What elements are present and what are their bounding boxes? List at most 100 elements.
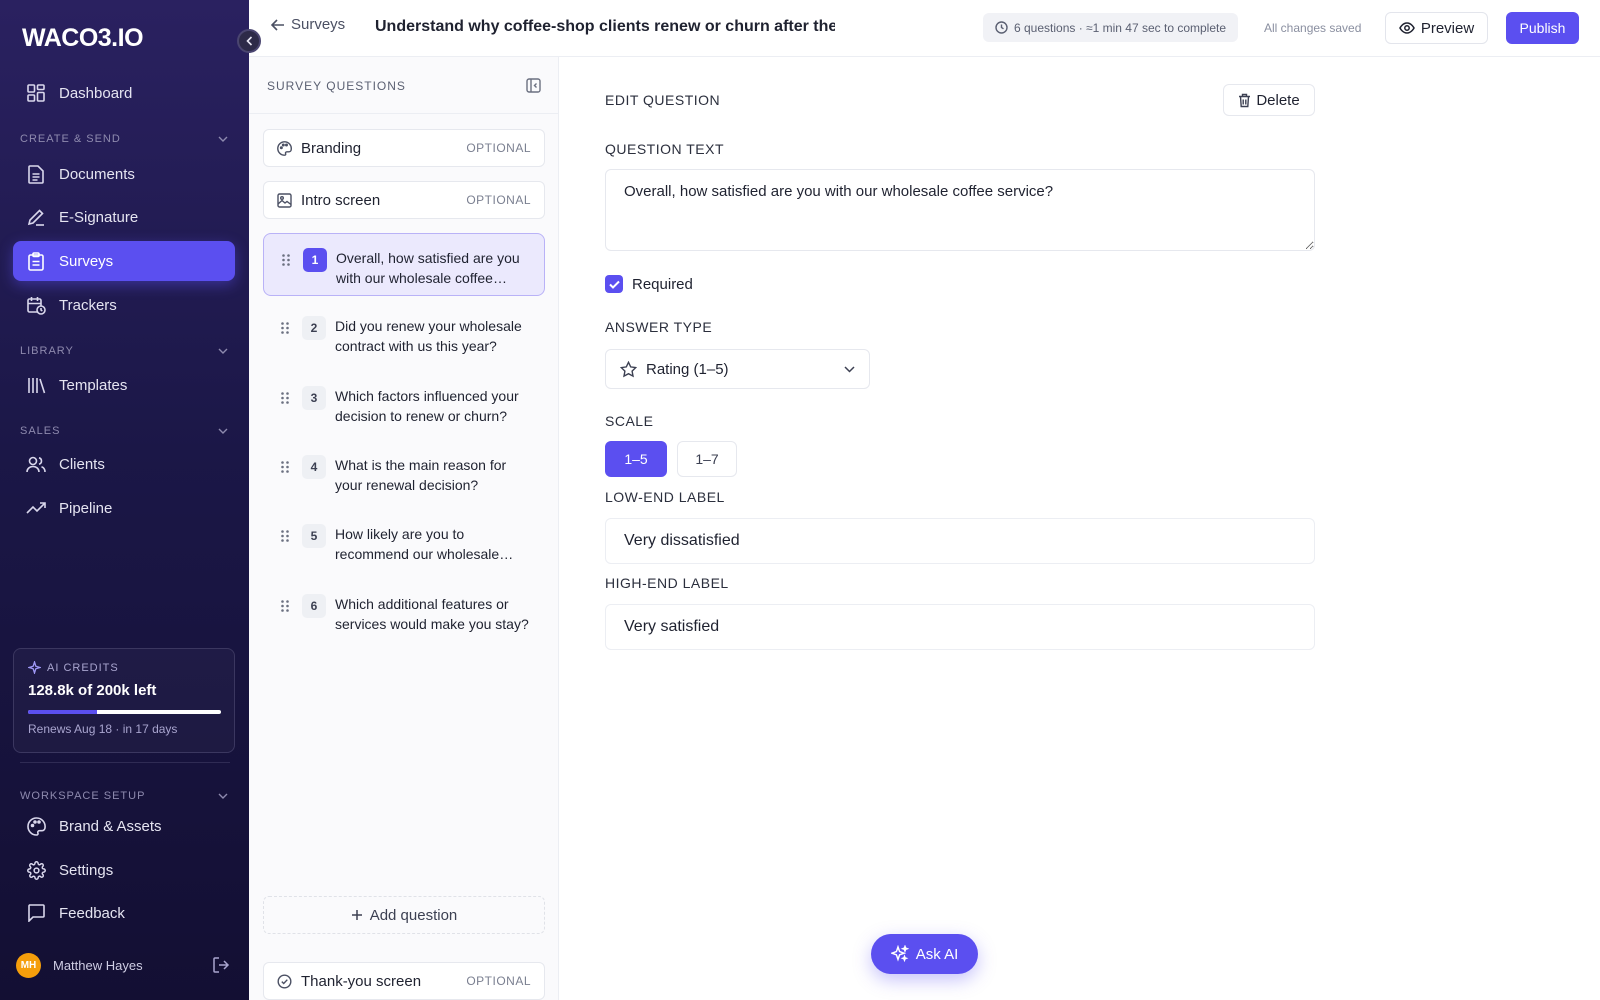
panel-divider [249, 113, 559, 114]
sidebar-item-label: Brand & Assets [59, 817, 162, 835]
branding-label: Branding [301, 139, 362, 157]
thank-you-screen-card[interactable]: Thank-you screen OPTIONAL [263, 962, 545, 1000]
branding-card[interactable]: Branding OPTIONAL [263, 129, 545, 167]
back-label: Surveys [291, 16, 346, 33]
sidebar-item-label: Templates [59, 376, 128, 394]
question-item-2[interactable]: 2 Did you renew your wholesale contract … [263, 302, 545, 365]
survey-meta-badge: 6 questions · ≈1 min 47 sec to complete [983, 13, 1239, 42]
trash-icon [1238, 93, 1251, 108]
edit-question-title: EDIT QUESTION [605, 92, 721, 108]
question-preview-text: Which factors influenced your decision t… [335, 388, 519, 424]
answer-type-label: ANSWER TYPE [605, 319, 713, 335]
ask-ai-label: Ask AI [915, 945, 959, 963]
low-end-label-input[interactable] [605, 518, 1315, 564]
sidebar-item-label: Dashboard [59, 84, 133, 102]
sidebar-item-clients[interactable]: Clients [13, 444, 235, 484]
panel-collapse-icon[interactable] [526, 78, 541, 93]
sidebar-divider [20, 762, 230, 763]
star-icon [620, 360, 637, 378]
top-header: Surveys Understand why coffee-shop clien… [249, 0, 1600, 57]
sidebar-item-label: Trackers [59, 296, 117, 314]
sidebar-item-trackers[interactable]: Trackers [13, 285, 235, 325]
answer-type-select[interactable]: Rating (1–5) [605, 349, 870, 389]
drag-handle-icon[interactable] [281, 600, 289, 612]
ai-credits-progress-fill [28, 710, 97, 714]
required-checkbox[interactable]: Required [605, 275, 693, 293]
sidebar-item-label: Settings [59, 861, 114, 879]
palette-icon [277, 140, 292, 156]
low-end-label-title: LOW-END LABEL [605, 489, 725, 505]
calendar-clock-icon [26, 295, 46, 315]
add-question-button[interactable]: Add question [263, 896, 545, 934]
scale-label: SCALE [605, 413, 654, 429]
ai-credits-renews: Renews Aug 18 · in 17 days [28, 722, 178, 736]
back-to-surveys-link[interactable]: Surveys [271, 16, 345, 33]
question-number: 2 [302, 316, 326, 340]
chevron-down-icon [218, 793, 228, 799]
clock-icon [995, 21, 1008, 34]
library-icon [26, 375, 46, 395]
drag-handle-icon[interactable] [281, 392, 289, 404]
section-label: WORKSPACE SETUP [20, 790, 146, 802]
sidebar-item-label: Documents [59, 165, 135, 183]
ai-credits-card[interactable]: AI CREDITS 128.8k of 200k left Renews Au… [13, 648, 235, 753]
sidebar-collapse-button[interactable] [237, 29, 261, 53]
question-number: 1 [303, 248, 327, 272]
survey-meta-text: 6 questions · ≈1 min 47 sec to complete [1014, 20, 1227, 35]
intro-screen-card[interactable]: Intro screen OPTIONAL [263, 181, 545, 219]
optional-badge: OPTIONAL [466, 141, 531, 155]
checkbox-checked-icon[interactable] [605, 275, 623, 293]
logout-icon[interactable] [213, 957, 230, 973]
question-preview-text: Which additional features or services wo… [335, 596, 529, 632]
question-text-input[interactable] [605, 169, 1315, 251]
sidebar-item-settings[interactable]: Settings [13, 850, 235, 890]
chevron-down-icon [844, 365, 855, 373]
drag-handle-icon[interactable] [281, 322, 289, 334]
question-item-5[interactable]: 5 How likely are you to recommend our wh… [263, 510, 545, 573]
eye-icon [1398, 22, 1415, 34]
scale-option-1-5[interactable]: 1–5 [605, 441, 667, 477]
sidebar-item-dashboard[interactable]: Dashboard [13, 73, 235, 113]
sidebar-item-esignature[interactable]: E-Signature [13, 197, 235, 237]
sidebar-item-templates[interactable]: Templates [13, 365, 235, 405]
user-profile[interactable]: MH Matthew Hayes [16, 952, 230, 978]
sidebar-item-feedback[interactable]: Feedback [13, 893, 235, 933]
drag-handle-icon[interactable] [282, 254, 290, 266]
scale-option-1-7[interactable]: 1–7 [677, 441, 737, 477]
question-number: 6 [302, 594, 326, 618]
question-item-3[interactable]: 3 Which factors influenced your decision… [263, 372, 545, 435]
sidebar-item-documents[interactable]: Documents [13, 154, 235, 194]
section-workspace-setup[interactable]: WORKSPACE SETUP [20, 790, 228, 802]
drag-handle-icon[interactable] [281, 530, 289, 542]
section-library[interactable]: LIBRARY [20, 345, 228, 357]
high-end-label-input[interactable] [605, 604, 1315, 650]
drag-handle-icon[interactable] [281, 461, 289, 473]
publish-button[interactable]: Publish [1506, 12, 1579, 44]
question-item-1[interactable]: 1 Overall, how satisfied are you with ou… [263, 233, 545, 296]
chevron-down-icon [218, 428, 228, 434]
section-create-send[interactable]: CREATE & SEND [20, 133, 228, 145]
document-icon [26, 164, 46, 184]
survey-title[interactable]: Understand why coffee-shop clients renew… [375, 18, 835, 36]
sidebar-item-brand-assets[interactable]: Brand & Assets [13, 806, 235, 846]
question-item-4[interactable]: 4 What is the main reason for your renew… [263, 441, 545, 504]
users-icon [26, 454, 46, 474]
optional-badge: OPTIONAL [466, 193, 531, 207]
question-preview-text: What is the main reason for your renewal… [335, 457, 507, 493]
sidebar-item-label: Pipeline [59, 499, 113, 517]
app-logo[interactable]: WACO3.IO [22, 24, 144, 53]
arrow-left-icon [271, 18, 285, 31]
delete-question-button[interactable]: Delete [1223, 84, 1315, 116]
preview-label: Preview [1420, 19, 1475, 37]
sidebar-item-surveys[interactable]: Surveys [13, 241, 235, 281]
survey-questions-panel: SURVEY QUESTIONS Branding OPTIONAL Intro… [249, 57, 559, 1000]
sidebar-item-pipeline[interactable]: Pipeline [13, 488, 235, 528]
ask-ai-button[interactable]: Ask AI [871, 934, 978, 974]
section-sales[interactable]: SALES [20, 425, 228, 437]
section-label: SALES [20, 425, 61, 437]
questions-panel-header: SURVEY QUESTIONS [267, 78, 541, 93]
questions-panel-title: SURVEY QUESTIONS [267, 78, 406, 93]
preview-button[interactable]: Preview [1385, 12, 1488, 44]
save-status: All changes saved [1264, 21, 1362, 35]
question-item-6[interactable]: 6 Which additional features or services … [263, 580, 545, 643]
